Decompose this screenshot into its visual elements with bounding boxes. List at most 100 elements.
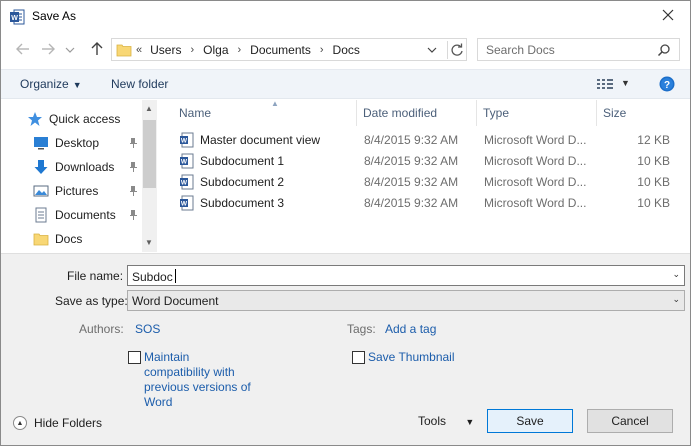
column-header-name[interactable]: ▲ Name <box>173 99 357 126</box>
file-type: Microsoft Word D... <box>484 154 587 168</box>
nav-item-downloads[interactable]: Downloads <box>33 156 114 178</box>
pin-icon[interactable] <box>127 137 139 149</box>
tags-label: Tags: <box>347 322 376 336</box>
file-name: Master document view <box>200 133 321 147</box>
chevron-up-icon: ▲ <box>13 416 27 430</box>
add-tag-link[interactable]: Add a tag <box>385 322 436 336</box>
nav-item-desktop[interactable]: Desktop <box>33 132 99 154</box>
search-input[interactable]: Search Docs <box>486 43 555 57</box>
table-row[interactable]: W Subdocument 1 8/4/2015 9:32 AM Microso… <box>159 151 690 172</box>
column-header-type[interactable]: Type <box>477 100 597 126</box>
file-type: Microsoft Word D... <box>484 175 587 189</box>
svg-text:W: W <box>181 159 188 166</box>
table-row[interactable]: W Master document view 8/4/2015 9:32 AM … <box>159 130 690 151</box>
tools-button[interactable]: Tools ▼ <box>418 414 474 428</box>
compatibility-label-line: Word <box>144 395 173 409</box>
breadcrumb-overflow[interactable]: « <box>136 44 142 56</box>
breadcrumb-documents[interactable]: Documents <box>250 43 311 57</box>
window-title: Save As <box>32 9 77 23</box>
column-header-date[interactable]: Date modified <box>357 100 477 126</box>
compatibility-label-line: Maintain <box>144 350 190 364</box>
nav-pane-scrollbar[interactable]: ▲ ▼ <box>142 100 157 252</box>
chevron-down-icon[interactable]: ⌄ <box>672 294 680 305</box>
nav-item-label: Pictures <box>55 184 99 198</box>
nav-item-label: Documents <box>55 208 116 222</box>
compatibility-label[interactable]: Maintain compatibility with previous ver… <box>144 350 251 410</box>
save-type-select[interactable]: Word Document ⌄ <box>127 290 685 311</box>
save-thumbnail-label[interactable]: Save Thumbnail <box>368 350 455 364</box>
organize-button[interactable]: Organize ▼ <box>20 77 82 91</box>
desktop-icon <box>34 137 48 150</box>
column-header-label: Type <box>483 106 510 120</box>
cancel-button[interactable]: Cancel <box>587 409 673 433</box>
breadcrumb: « Users › Olga › Documents › Docs <box>136 43 360 57</box>
file-list: ▲ Name Date modified Type Size W Master … <box>159 99 690 252</box>
address-bar[interactable]: « Users › Olga › Documents › Docs <box>111 38 467 61</box>
chevron-right-icon[interactable]: › <box>190 44 194 56</box>
pin-icon[interactable] <box>127 209 139 221</box>
breadcrumb-olga[interactable]: Olga <box>203 43 228 57</box>
help-icon[interactable]: ? <box>659 76 675 92</box>
file-size: 10 KB <box>637 154 670 168</box>
refresh-button[interactable] <box>447 41 465 59</box>
pin-icon[interactable] <box>127 185 139 197</box>
nav-item-quick-access[interactable]: Quick access <box>27 108 120 130</box>
save-thumbnail-checkbox[interactable] <box>352 351 365 364</box>
new-folder-button[interactable]: New folder <box>111 77 168 91</box>
word-document-icon: W <box>180 153 194 169</box>
authors-value[interactable]: SOS <box>135 322 160 336</box>
compatibility-label-line: compatibility with <box>144 365 235 379</box>
search-box[interactable]: Search Docs <box>477 38 680 61</box>
view-options-caret-icon[interactable]: ▼ <box>621 78 630 88</box>
save-button[interactable]: Save <box>487 409 573 433</box>
column-header-label: Date modified <box>363 106 438 120</box>
hide-folders-button[interactable]: ▲ Hide Folders <box>13 416 102 430</box>
scroll-up-icon[interactable]: ▲ <box>145 104 153 113</box>
view-details-icon[interactable] <box>597 78 615 92</box>
nav-item-documents[interactable]: Documents <box>33 204 116 226</box>
chevron-down-icon <box>427 47 437 53</box>
file-date: 8/4/2015 9:32 AM <box>364 196 459 210</box>
compatibility-checkbox[interactable] <box>128 351 141 364</box>
close-button[interactable] <box>646 1 690 31</box>
table-row[interactable]: W Subdocument 3 8/4/2015 9:32 AM Microso… <box>159 193 690 214</box>
search-icon[interactable] <box>657 43 671 57</box>
save-options-panel: File name: Subdoc ⌄ Save as type: Word D… <box>1 253 690 445</box>
organize-label: Organize <box>20 77 69 91</box>
refresh-icon <box>451 43 463 56</box>
recent-locations-button[interactable] <box>63 40 77 58</box>
pin-icon[interactable] <box>127 161 139 173</box>
chevron-right-icon[interactable]: › <box>238 44 242 56</box>
scroll-down-icon[interactable]: ▼ <box>145 238 153 247</box>
file-name: Subdocument 2 <box>200 175 285 189</box>
folder-icon <box>116 44 132 57</box>
chevron-down-icon[interactable]: ⌄ <box>672 269 680 280</box>
file-name-value: Subdoc <box>132 270 173 284</box>
nav-item-docs[interactable]: Docs <box>33 228 82 250</box>
new-folder-label: New folder <box>111 77 169 91</box>
back-button[interactable] <box>14 40 32 58</box>
file-name: Subdocument 1 <box>200 154 285 168</box>
breadcrumb-docs[interactable]: Docs <box>333 43 360 57</box>
scrollbar-thumb[interactable] <box>143 120 156 188</box>
download-icon <box>34 160 48 174</box>
forward-button[interactable] <box>39 40 57 58</box>
column-header-label: Name <box>179 106 212 120</box>
star-icon <box>28 112 42 126</box>
column-header-size[interactable]: Size <box>597 100 677 126</box>
caret-down-icon: ▼ <box>465 417 475 427</box>
file-type: Microsoft Word D... <box>484 133 587 147</box>
up-button[interactable] <box>88 40 106 58</box>
file-size: 10 KB <box>637 175 670 189</box>
chevron-right-icon[interactable]: › <box>320 44 324 56</box>
save-type-label: Save as type: <box>55 294 128 308</box>
breadcrumb-users[interactable]: Users <box>150 43 181 57</box>
nav-item-label: Desktop <box>55 136 100 150</box>
address-dropdown-button[interactable] <box>424 42 440 57</box>
file-name-field[interactable]: Subdoc ⌄ <box>127 265 685 286</box>
close-icon <box>662 9 674 21</box>
table-row[interactable]: W Subdocument 2 8/4/2015 9:32 AM Microso… <box>159 172 690 193</box>
nav-item-pictures[interactable]: Pictures <box>33 180 98 202</box>
hide-folders-label: Hide Folders <box>34 416 103 430</box>
sort-ascending-icon: ▲ <box>271 99 279 108</box>
